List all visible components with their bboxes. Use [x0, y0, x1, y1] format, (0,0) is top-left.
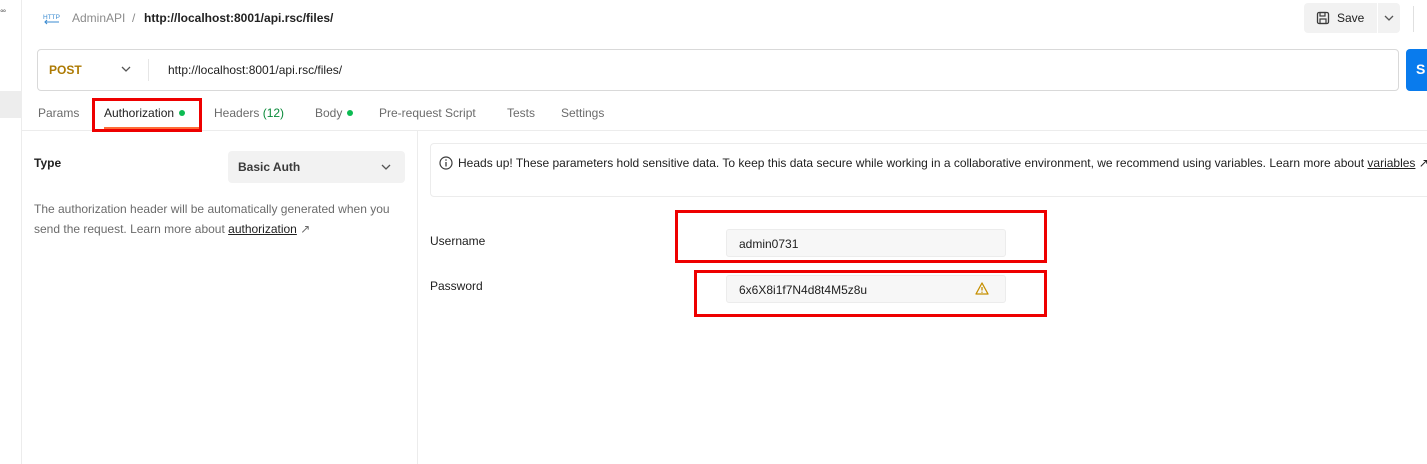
tab-headers-label: Headers	[214, 106, 260, 120]
notice-message: Heads up! These parameters hold sensitiv…	[458, 153, 1427, 173]
tab-settings[interactable]: Settings	[561, 106, 604, 120]
url-separator	[148, 59, 149, 81]
more-icon[interactable]: °°	[0, 8, 6, 18]
auth-type-label: Type	[34, 156, 62, 170]
highlight-username	[675, 210, 1047, 263]
save-button-group: Save	[1304, 3, 1400, 33]
request-name[interactable]: http://localhost:8001/api.rsc/files/	[144, 11, 333, 25]
info-icon	[439, 156, 453, 170]
tab-pre-request-script[interactable]: Pre-request Script	[379, 106, 476, 120]
tab-tests[interactable]: Tests	[507, 106, 535, 120]
auth-type-value: Basic Auth	[238, 160, 301, 174]
svg-text:HTTP: HTTP	[43, 14, 60, 21]
chevron-down-icon	[381, 164, 391, 170]
sidebar-active-item[interactable]	[0, 91, 22, 118]
header-divider	[1413, 6, 1414, 32]
password-label: Password	[430, 279, 483, 293]
save-icon	[1316, 11, 1330, 25]
chevron-down-icon	[1384, 15, 1394, 21]
url-input[interactable]: http://localhost:8001/api.rsc/files/	[168, 63, 342, 77]
authorization-docs-link[interactable]: authorization	[228, 222, 297, 236]
tab-body[interactable]: Body	[315, 106, 354, 120]
breadcrumb-separator: /	[132, 11, 136, 25]
method-label: POST	[49, 63, 82, 77]
url-bar: POST http://localhost:8001/api.rsc/files…	[37, 49, 1399, 91]
tab-tests-label: Tests	[507, 106, 536, 120]
sensitive-data-notice: Heads up! These parameters hold sensitiv…	[430, 143, 1427, 197]
tab-settings-label: Settings	[561, 106, 605, 120]
send-label: S	[1416, 61, 1426, 77]
panel-divider	[417, 131, 418, 464]
tab-headers-count: (12)	[262, 106, 285, 120]
http-request-icon: HTTP	[43, 14, 60, 25]
username-label: Username	[430, 234, 486, 248]
request-tabs: Params Authorization Headers (12) Body P…	[22, 100, 1427, 131]
external-link-icon: ↗	[1418, 156, 1427, 170]
tab-params-label: Params	[38, 106, 80, 120]
left-sidebar-strip: °°	[0, 0, 22, 464]
auth-description-text: The authorization header will be automat…	[34, 202, 390, 236]
tab-headers[interactable]: Headers (12)	[214, 106, 284, 120]
save-label: Save	[1337, 11, 1365, 25]
variables-docs-link[interactable]: variables	[1367, 156, 1415, 170]
auth-type-select[interactable]: Basic Auth	[228, 151, 405, 183]
save-button[interactable]: Save	[1304, 3, 1374, 33]
status-dot	[347, 110, 354, 116]
tab-pre-request-label: Pre-request Script	[379, 106, 476, 120]
breadcrumb-collection[interactable]: AdminAPI	[72, 11, 125, 25]
highlight-authorization-tab	[92, 98, 202, 132]
tab-body-label: Body	[315, 106, 343, 120]
external-link-icon: ↗	[300, 222, 311, 236]
auth-description: The authorization header will be automat…	[34, 199, 404, 239]
highlight-password	[694, 270, 1047, 317]
tab-params[interactable]: Params	[38, 106, 79, 120]
request-header: HTTP AdminAPI / http://localhost:8001/ap…	[22, 0, 1427, 40]
send-button[interactable]: S	[1406, 49, 1427, 91]
notice-text: Heads up! These parameters hold sensitiv…	[458, 156, 1365, 170]
chevron-down-icon	[121, 66, 131, 72]
save-options-button[interactable]	[1378, 3, 1400, 33]
